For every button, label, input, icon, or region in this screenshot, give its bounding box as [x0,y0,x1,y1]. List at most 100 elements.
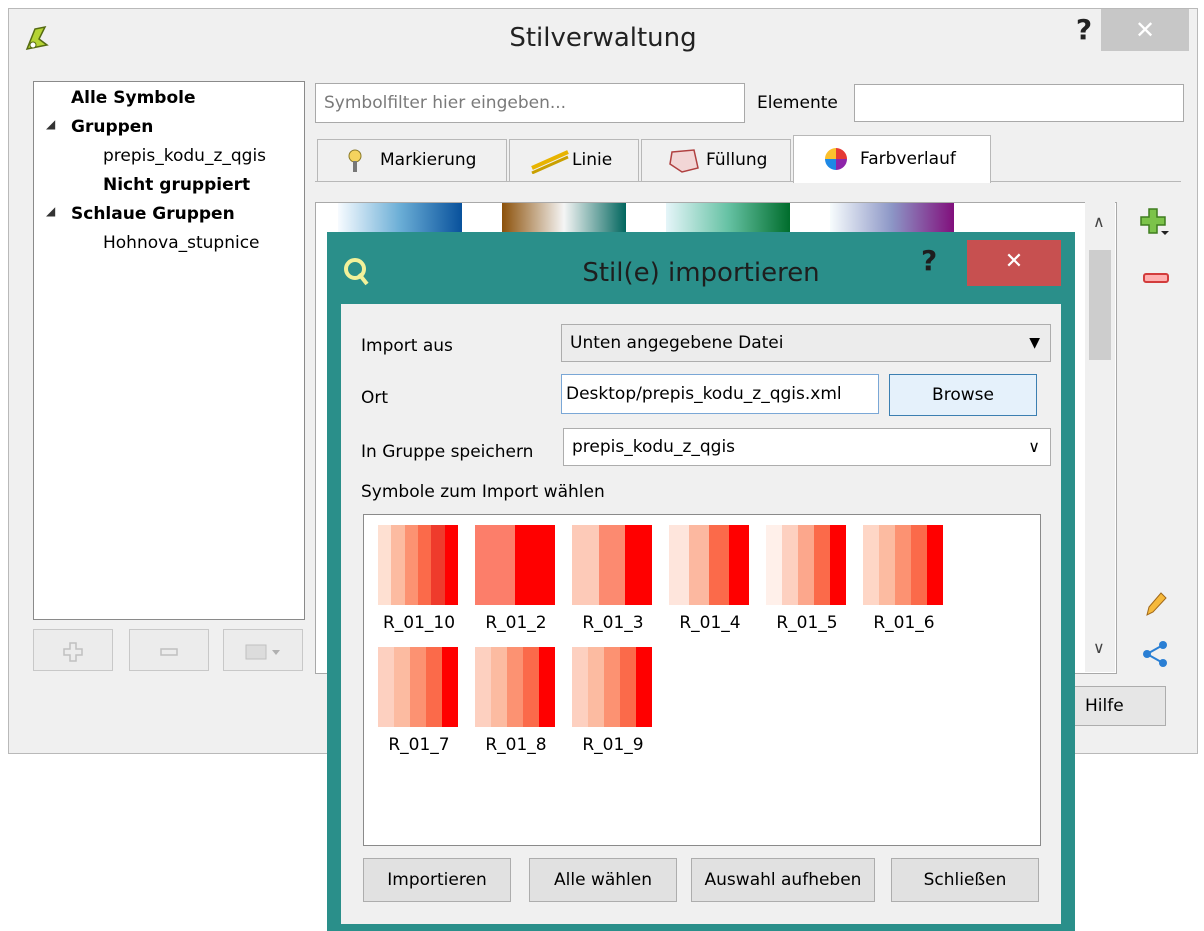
tab-markierung[interactable]: Markierung [317,139,507,181]
close-button[interactable]: ✕ [1101,9,1189,51]
edit-item-icon[interactable] [1141,589,1171,619]
deselect-button[interactable]: Auswahl aufheben [691,858,875,902]
ramp-swatch [475,525,555,605]
tab-fuellung[interactable]: Füllung [641,139,791,181]
swatch-step [709,525,729,605]
window-title: Stilverwaltung [509,23,697,53]
save-group-select[interactable]: prepis_kodu_z_qgis ∨ [563,428,1051,466]
tab-label: Füllung [706,150,768,170]
remove-group-button[interactable] [129,629,209,671]
tab-label: Markierung [380,150,477,170]
swatch-step [410,647,426,727]
swatch-step [863,525,879,605]
swatch-step [442,647,458,727]
swatch-step [927,525,943,605]
swatch-step [604,647,620,727]
expand-arrow-icon[interactable]: ◢ [46,117,55,131]
browse-button[interactable]: Browse [889,374,1037,416]
save-group-label: In Gruppe speichern [361,442,534,462]
swatch-step [507,647,523,727]
help-icon[interactable]: ? [921,244,951,277]
remove-item-icon[interactable] [1141,263,1171,293]
choose-symbols-label: Symbole zum Import wählen [361,482,605,502]
vertical-scrollbar[interactable]: ∧ ∨ [1085,202,1115,672]
swatch-step [895,525,911,605]
symbol-item[interactable]: R_01_7 [378,647,460,755]
import-button[interactable]: Importieren [363,858,511,902]
swatch-step [404,525,418,605]
add-group-button[interactable] [33,629,113,671]
fill-icon [669,149,699,173]
tree-item-smart-groups[interactable]: Schlaue Gruppen [71,204,235,224]
symbol-item[interactable]: R_01_9 [572,647,654,755]
swatch-step [475,525,515,605]
group-tree[interactable]: Alle Symbole ◢ Gruppen prepis_kodu_z_qgi… [33,81,305,620]
symbol-item[interactable]: R_01_4 [669,525,751,633]
swatch-step [572,525,599,605]
tab-linie[interactable]: Linie [509,139,639,181]
tree-item-group[interactable]: Nicht gruppiert [103,175,250,195]
swatch-step [588,647,604,727]
swatch-step [766,525,782,605]
symbol-label: R_01_8 [485,735,547,755]
import-symbol-list[interactable]: R_01_10 R_01_2 R_01_3 R_01_4 R_01_5 R_01… [363,514,1041,846]
symbol-item[interactable]: R_01_5 [766,525,848,633]
tree-item-group[interactable]: prepis_kodu_z_qgis [103,146,266,166]
scroll-down-icon[interactable]: ∨ [1093,638,1105,657]
plus-icon [63,641,83,662]
expand-arrow-icon[interactable]: ◢ [46,204,55,218]
symbol-filter-input[interactable]: Symbolfilter hier eingeben... [315,83,745,123]
ramp-swatch [378,647,458,727]
tab-farbverlauf[interactable]: Farbverlauf [793,135,991,183]
swatch-step [689,525,709,605]
swatch-step [669,525,689,605]
dialog-title: Stil(e) importieren [582,258,820,288]
swatch-step [572,647,588,727]
symbol-label: R_01_5 [776,613,838,633]
swatch-step [491,647,507,727]
location-input[interactable]: Desktop/prepis_kodu_z_qgis.xml [561,374,879,414]
dialog-body: Import aus Unten angegebene Datei ▼ Ort … [341,304,1061,924]
symbol-item[interactable]: R_01_10 [378,525,460,633]
swatch-step [378,525,392,605]
add-item-icon[interactable] [1139,207,1169,237]
line-icon [531,150,569,174]
ramp-swatch [378,525,458,605]
import-styles-dialog: Stil(e) importieren ? ✕ Import aus Unten… [327,232,1075,931]
swatch-step [523,647,539,727]
location-label: Ort [361,388,389,408]
edit-label-icon [245,644,280,659]
scroll-thumb[interactable] [1089,250,1111,360]
swatch-step [417,525,432,605]
group-edit-menu-button[interactable] [223,629,303,671]
help-icon[interactable]: ? [1069,13,1099,53]
swatch-step [879,525,895,605]
tab-label: Linie [572,150,613,170]
scroll-up-icon[interactable]: ∧ [1093,212,1105,231]
swatch-step [620,647,636,727]
ramp-swatch [766,525,846,605]
elements-input[interactable] [854,84,1184,122]
ramp-swatch [572,647,652,727]
symbol-item[interactable]: R_01_8 [475,647,557,755]
swatch-step [782,525,798,605]
symbol-item[interactable]: R_01_6 [863,525,945,633]
close-button[interactable]: ✕ [967,240,1061,286]
tab-label: Farbverlauf [860,149,956,169]
tree-item-smart-group[interactable]: Hohnova_stupnice [103,233,260,253]
symbol-item[interactable]: R_01_3 [572,525,654,633]
select-all-button[interactable]: Alle wählen [529,858,677,902]
title-bar: Stilverwaltung ? ✕ [9,9,1197,71]
import-from-value: Unten angegebene Datei [570,333,784,353]
symbol-item[interactable]: R_01_2 [475,525,557,633]
marker-icon [348,149,362,172]
import-from-select[interactable]: Unten angegebene Datei ▼ [561,324,1051,362]
tree-item-groups[interactable]: Gruppen [71,117,153,137]
help-button[interactable]: Hilfe [1074,686,1166,726]
swatch-step [426,647,442,727]
import-from-label: Import aus [361,336,453,356]
share-icon[interactable] [1141,639,1171,669]
tree-item-all-symbols[interactable]: Alle Symbole [71,88,196,108]
close-dialog-button[interactable]: Schließen [891,858,1039,902]
symbol-label: R_01_6 [873,613,935,633]
